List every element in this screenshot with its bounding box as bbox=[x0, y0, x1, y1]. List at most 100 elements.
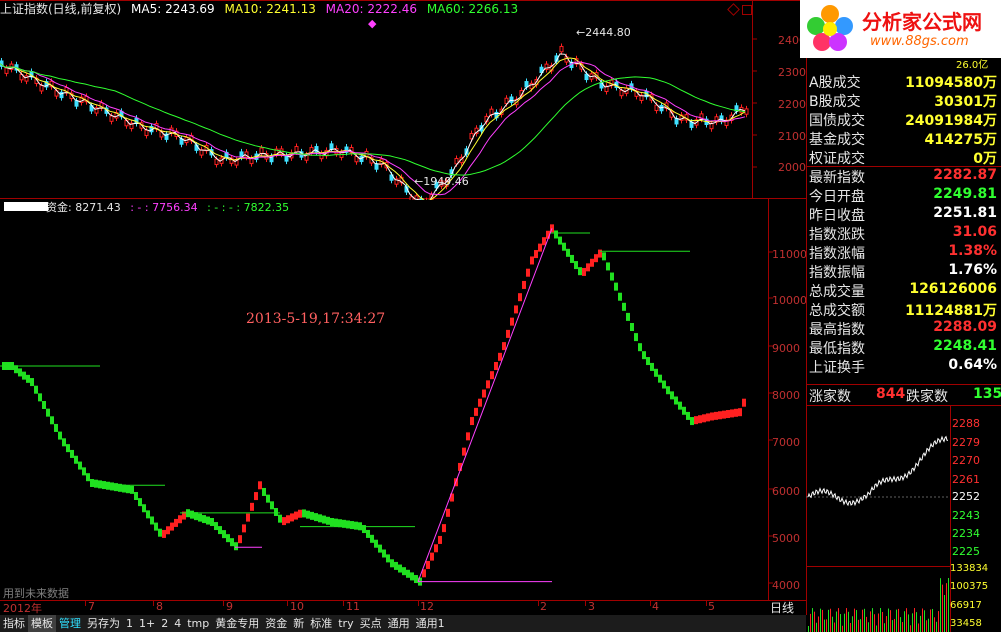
volume-bar bbox=[824, 619, 825, 632]
template-tab[interactable]: 1+ bbox=[136, 615, 158, 632]
fund-step-bar bbox=[638, 343, 642, 352]
fund-step-bar bbox=[686, 411, 690, 420]
template-tab[interactable]: 1 bbox=[123, 615, 136, 632]
fund-step-bar bbox=[294, 511, 298, 520]
fund-step-bar bbox=[298, 509, 302, 518]
fund-step-bar bbox=[430, 552, 434, 561]
template-tab[interactable]: 新 bbox=[290, 615, 307, 632]
x-tick: 7 bbox=[88, 600, 95, 613]
volume-bar bbox=[838, 608, 839, 632]
volume-bar bbox=[834, 622, 835, 632]
template-tab[interactable]: 买点 bbox=[357, 615, 385, 632]
logo-url: www.88gs.com bbox=[870, 34, 969, 49]
fund-step-bar bbox=[510, 317, 514, 326]
fund-step-bar bbox=[262, 487, 266, 496]
stat-label: 指数涨跌 bbox=[809, 227, 865, 243]
template-tab[interactable]: 通用1 bbox=[413, 615, 448, 632]
template-tab[interactable]: 资金 bbox=[262, 615, 290, 632]
fund-step-bar bbox=[58, 431, 62, 440]
volume-bar bbox=[926, 620, 927, 632]
volume-bar bbox=[832, 616, 833, 632]
volume-bar bbox=[908, 614, 909, 632]
fund-step-bar bbox=[654, 368, 658, 377]
fund-step-bar bbox=[70, 449, 74, 458]
fund-step-bar bbox=[86, 473, 90, 482]
fund-step-bar bbox=[114, 483, 118, 492]
fund-step-bar bbox=[658, 374, 662, 383]
template-tab[interactable]: 4 bbox=[171, 615, 184, 632]
volume-bar bbox=[890, 610, 891, 632]
fund-step-bar bbox=[674, 396, 678, 405]
volume-tick: 33458 bbox=[950, 618, 982, 629]
template-tab[interactable]: try bbox=[335, 615, 356, 632]
template-tab[interactable]: 管理 bbox=[56, 615, 84, 632]
fund-step-bar bbox=[210, 518, 214, 526]
fund-step-bar bbox=[110, 482, 114, 491]
fund-step-bar bbox=[222, 530, 226, 539]
volume-bar bbox=[898, 608, 899, 632]
fund-step-bar bbox=[386, 554, 390, 563]
fund-step-bar bbox=[494, 362, 498, 370]
fund-step-bar bbox=[258, 481, 262, 490]
stat-row: 上证换手 0.64% bbox=[806, 357, 1001, 376]
fund-tick: 9000 bbox=[772, 342, 800, 355]
volume-bar bbox=[888, 608, 889, 632]
template-tab[interactable]: 标准 bbox=[307, 615, 335, 632]
volume-bar bbox=[942, 584, 943, 632]
stat-row: 指数涨跌 31.06 bbox=[806, 224, 1001, 243]
template-tab[interactable]: 另存为 bbox=[84, 615, 123, 632]
price-tick: 2270 bbox=[952, 454, 980, 467]
stat-value: 11124881万 bbox=[905, 303, 997, 319]
x-tick: 8 bbox=[156, 600, 163, 613]
template-tab[interactable]: tmp bbox=[184, 615, 212, 632]
fund-step-bar bbox=[706, 413, 710, 422]
stat-label: 指数涨幅 bbox=[809, 246, 865, 262]
volume-bar bbox=[944, 595, 945, 632]
fund-step-bar bbox=[734, 408, 738, 417]
volume-bar bbox=[842, 625, 843, 632]
fund-step-bar bbox=[726, 410, 730, 419]
volume-bar bbox=[938, 611, 939, 632]
fund-step-bar bbox=[398, 564, 402, 573]
fund-step-bar bbox=[22, 371, 26, 380]
fund-step-bar bbox=[246, 513, 250, 522]
template-tab[interactable]: 2 bbox=[158, 615, 171, 632]
stat-row: 今日开盘 2249.81 bbox=[806, 186, 1001, 205]
template-tab[interactable]: 黄金专用 bbox=[212, 615, 262, 632]
fund-indicator-chart[interactable] bbox=[0, 0, 806, 615]
adv-label: 涨家数 bbox=[809, 389, 851, 405]
fund-step-bar bbox=[142, 504, 146, 513]
fund-step-bar bbox=[742, 398, 746, 407]
logo-name: 分析家公式网 bbox=[862, 10, 982, 34]
stat-row: 基金成交 414275万 bbox=[806, 129, 1001, 148]
template-tab[interactable]: 指标 bbox=[0, 615, 28, 632]
volume-bar bbox=[896, 609, 897, 632]
fund-step-bar bbox=[558, 236, 562, 245]
fund-step-bar bbox=[218, 526, 222, 535]
volume-bar bbox=[882, 611, 883, 632]
period-label[interactable]: 日线 bbox=[770, 599, 794, 616]
volume-bar bbox=[892, 620, 893, 632]
fund-step-bar bbox=[266, 494, 270, 503]
x-tick: 3 bbox=[588, 600, 595, 613]
volume-bar bbox=[874, 614, 875, 632]
volume-bar bbox=[812, 608, 813, 632]
template-tab[interactable]: 通用 bbox=[385, 615, 413, 632]
stat-label: A股成交 bbox=[809, 75, 861, 91]
stat-label: 权证成交 bbox=[809, 151, 865, 167]
price-tick: 2225 bbox=[952, 545, 980, 558]
fund-step-bar bbox=[502, 342, 506, 351]
fund-step-bar bbox=[478, 398, 482, 407]
fund-step-bar bbox=[238, 535, 242, 544]
stat-row: A股成交 11094580万 bbox=[806, 72, 1001, 91]
fund-step-bar bbox=[154, 522, 158, 531]
fund-step-bar bbox=[314, 513, 318, 522]
fund-tick: 6000 bbox=[772, 485, 800, 498]
fund-step-bar bbox=[346, 520, 350, 529]
template-tab[interactable]: 模板 bbox=[28, 615, 56, 632]
fund-step-bar bbox=[498, 352, 502, 361]
stat-value: 1.38% bbox=[948, 243, 997, 259]
fund-step-bar bbox=[574, 261, 578, 270]
fund-step-bar bbox=[614, 282, 618, 291]
fund-step-bar bbox=[146, 510, 150, 519]
